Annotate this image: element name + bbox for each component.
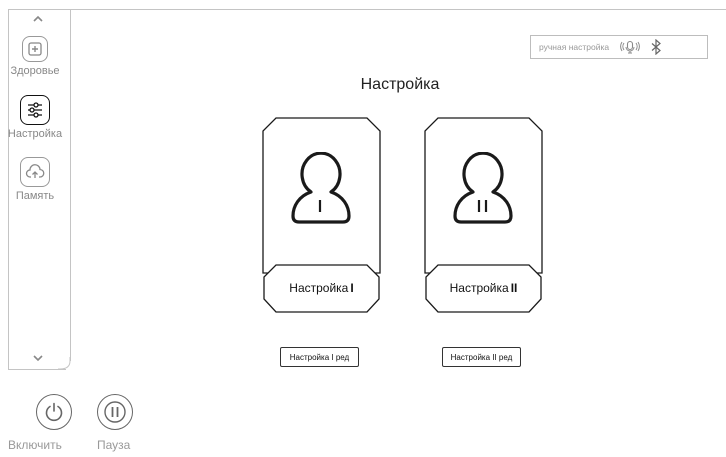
bluetooth-icon[interactable] bbox=[649, 39, 663, 55]
pause-icon bbox=[104, 401, 126, 423]
status-bar: ручная настройка bbox=[530, 35, 708, 59]
power-button[interactable] bbox=[36, 394, 72, 430]
sidebar-item-label: Здоровье bbox=[10, 65, 60, 77]
sidebar-item-health[interactable]: Здоровье bbox=[0, 36, 70, 77]
sidebar-corner bbox=[58, 357, 71, 370]
sidebar-item-memory[interactable]: Память bbox=[0, 157, 70, 202]
profile-label: Настройка I bbox=[289, 281, 354, 295]
edit-profile-1-button[interactable]: Настройка I ред bbox=[280, 347, 359, 367]
sidebar-item-label: Память bbox=[15, 190, 55, 202]
user-icon bbox=[291, 152, 351, 224]
microphone-icon[interactable] bbox=[619, 40, 641, 54]
profile-card-2[interactable]: Настройка II bbox=[424, 117, 543, 315]
power-label: Включить bbox=[8, 438, 62, 452]
edit-profile-2-button[interactable]: Настройка II ред bbox=[442, 347, 521, 367]
profile-card-1[interactable]: Настройка I bbox=[262, 117, 381, 315]
frame-top-line bbox=[8, 9, 726, 10]
cloud-upload-icon bbox=[20, 157, 50, 187]
page-title: Настройка bbox=[360, 76, 440, 93]
sidebar-divider bbox=[70, 9, 71, 361]
chevron-down-icon[interactable] bbox=[29, 352, 47, 364]
sidebar-item-label: Настройка bbox=[7, 128, 63, 140]
profile-label: Настройка II bbox=[449, 281, 518, 295]
plus-box-icon bbox=[22, 36, 48, 62]
pause-button[interactable] bbox=[97, 394, 133, 430]
sliders-icon bbox=[20, 95, 50, 125]
power-icon bbox=[45, 402, 63, 422]
mode-status-text: ручная настройка bbox=[539, 42, 610, 52]
pause-label: Пауза bbox=[97, 438, 131, 452]
user-icon bbox=[453, 152, 513, 224]
sidebar-item-settings[interactable]: Настройка bbox=[0, 95, 70, 140]
chevron-up-icon[interactable] bbox=[29, 13, 47, 25]
